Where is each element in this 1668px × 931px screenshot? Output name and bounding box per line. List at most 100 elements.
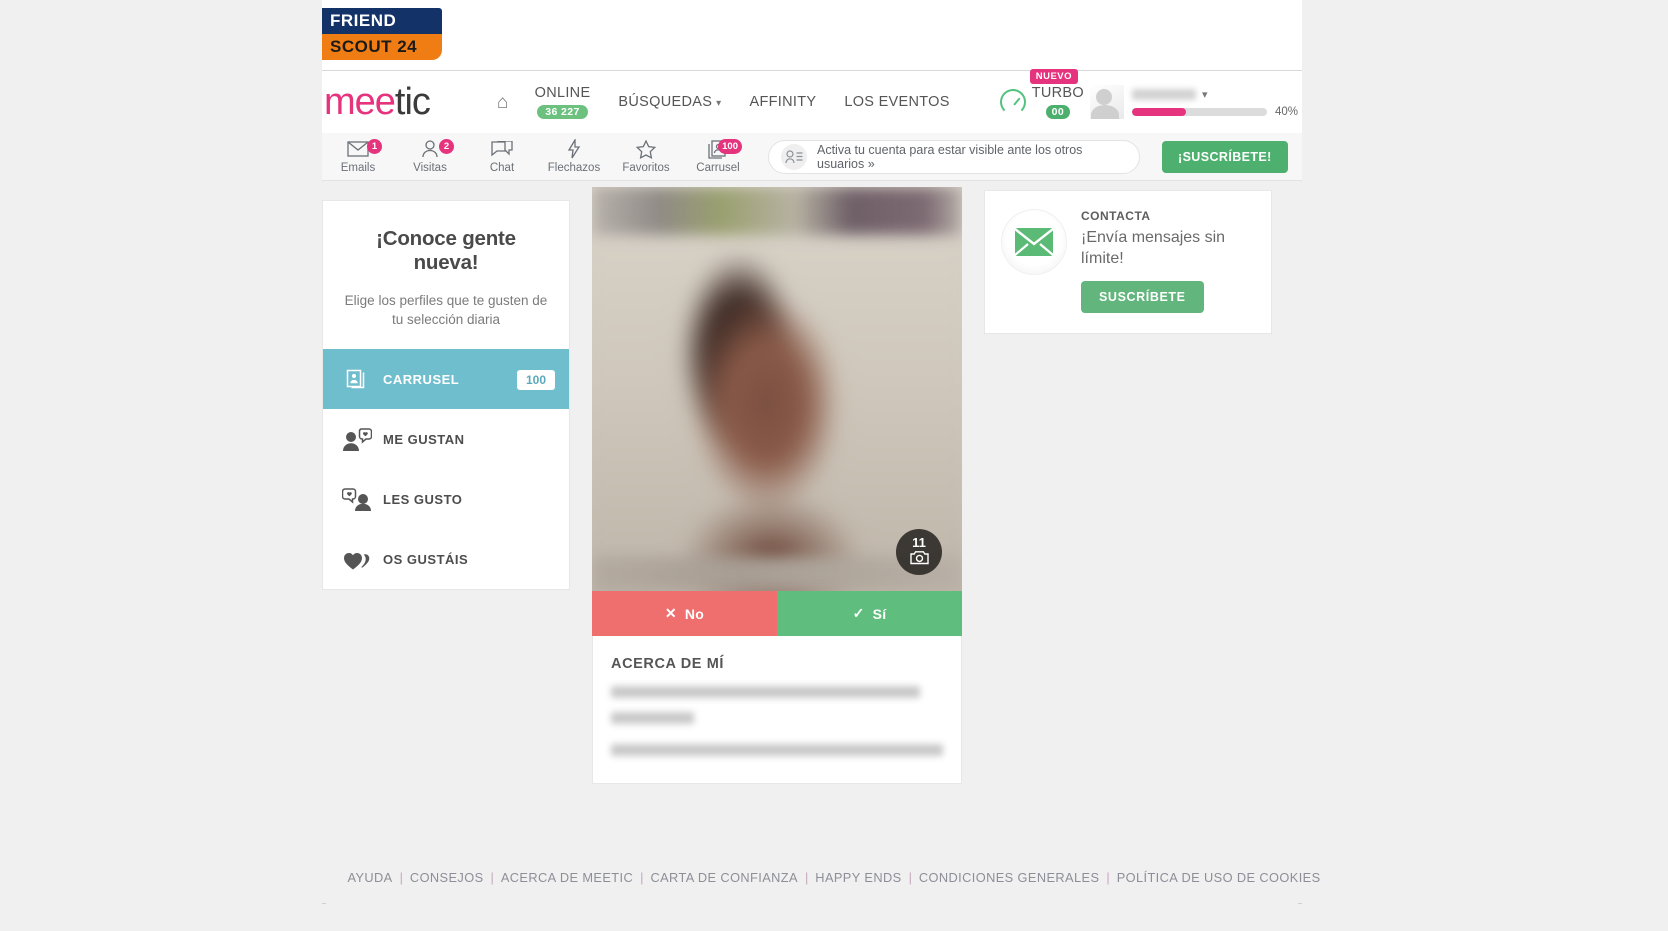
online-count-badge: 36 227 [537, 105, 588, 119]
promo-panel: CONTACTA ¡Envía mensajes sin límite! SUS… [984, 190, 1272, 334]
friendscout24-logo-bottom: SCOUT 24 [322, 34, 442, 60]
profile-card: 11 ✕ No ✓ Sí ACERCA DE MÍ [592, 187, 962, 784]
nav-label-busquedas: BÚSQUEDAS [618, 94, 713, 110]
username-blurred [1131, 89, 1196, 100]
envelope-icon [347, 139, 369, 159]
camera-icon [909, 550, 929, 568]
user-area[interactable]: ▾ 40% [1089, 85, 1298, 119]
reject-button[interactable]: ✕ No [592, 591, 777, 636]
profile-list-icon [781, 143, 807, 170]
footer-link[interactable]: ACERCA DE MEETIC [494, 870, 640, 885]
double-heart-icon [337, 549, 377, 571]
toolbar-label-carrusel: Carrusel [696, 162, 740, 174]
toolbar-item-visitas[interactable]: Visitas 2 [394, 133, 466, 181]
meetic-logo[interactable]: meetic [324, 83, 447, 121]
footer-link[interactable]: CARTA DE CONFIANZA [643, 870, 805, 885]
sidebar-item-me-gustan[interactable]: ME GUSTAN [323, 409, 569, 469]
sidebar-panel: ¡Conoce gente nueva! Elige los perfiles … [322, 200, 570, 590]
subscribe-button-promo[interactable]: SUSCRÍBETE [1081, 281, 1204, 313]
nav-item-turbo[interactable]: TURBO 00 NUEVO [994, 69, 1090, 119]
nav-label-eventos: LOS EVENTOS [844, 94, 950, 110]
toolbar-item-chat[interactable]: Chat [466, 133, 538, 181]
person-heart-right-icon [337, 427, 377, 452]
sidebar-subtitle: Elige los perfiles que te gusten de tu s… [344, 293, 548, 327]
choice-buttons: ✕ No ✓ Sí [592, 591, 962, 636]
main-header: meetic ⌂ ONLINE 36 227 BÚSQUEDAS ▾ AFFINI… [322, 69, 1302, 133]
friendscout24-logo-top: FRIEND [322, 8, 442, 34]
nav-label-affinity: AFFINITY [749, 94, 817, 110]
profile-completion-bar [1131, 107, 1267, 116]
sidebar-label-me-gustan: ME GUSTAN [383, 432, 465, 447]
turbo-count-badge: 00 [1045, 105, 1071, 119]
page-corner-mark [322, 903, 326, 904]
sidebar-badge-carrusel: 100 [516, 369, 555, 390]
sidebar-item-carrusel[interactable]: CARRUSEL 100 [323, 349, 569, 409]
about-me-section: ACERCA DE MÍ [592, 636, 962, 784]
profile-photo[interactable]: 11 [592, 187, 962, 591]
secondary-toolbar: Emails 1 Visitas 2 Chat Flechazos Favori… [322, 133, 1302, 181]
subscribe-button-header[interactable]: ¡SUSCRÍBETE! [1162, 140, 1288, 173]
nav-item-eventos[interactable]: LOS EVENTOS [830, 94, 963, 110]
accept-button[interactable]: ✓ Sí [777, 591, 962, 636]
avatar[interactable] [1089, 85, 1124, 119]
lightning-icon [567, 139, 581, 159]
activate-account-banner[interactable]: Activa tu cuenta para estar visible ante… [768, 139, 1140, 174]
sidebar-label-os-gustais: OS GUSTÁIS [383, 552, 469, 567]
nav-label-online: ONLINE [534, 85, 591, 101]
nav-item-online[interactable]: ONLINE 36 227 [521, 85, 605, 119]
about-me-blurred-line [611, 686, 920, 698]
check-icon: ✓ [852, 605, 865, 621]
envelope-icon [1001, 209, 1067, 275]
speedometer-icon [999, 89, 1026, 115]
profile-photo-image [592, 187, 962, 591]
about-me-blurred-line [611, 712, 694, 724]
profile-photo-top-band [592, 187, 962, 235]
sidebar-item-os-gustais[interactable]: OS GUSTÁIS [323, 529, 569, 589]
about-me-title: ACERCA DE MÍ [611, 656, 724, 672]
photo-count-badge[interactable]: 11 [896, 529, 942, 575]
toolbar-label-flechazos: Flechazos [547, 162, 601, 174]
page-root: FRIEND SCOUT 24 meetic ⌂ ONLINE 36 227 B… [0, 0, 1668, 931]
chevron-down-icon: ▾ [716, 98, 722, 109]
sidebar-title: ¡Conoce gente nueva! [376, 227, 516, 274]
footer-link[interactable]: CONSEJOS [403, 870, 491, 885]
contact-promo-card: CONTACTA ¡Envía mensajes sin límite! SUS… [984, 190, 1272, 334]
profile-completion-label: 40% [1274, 105, 1298, 118]
visitas-count-badge: 2 [439, 138, 454, 154]
page-corner-mark [1298, 903, 1302, 904]
sidebar-label-carrusel: CARRUSEL [383, 372, 460, 387]
toolbar-item-favoritos[interactable]: Favoritos [610, 133, 682, 181]
carrusel-count-badge: 100 [718, 138, 742, 154]
footer-link[interactable]: HAPPY ENDS [808, 870, 908, 885]
close-icon: ✕ [664, 605, 677, 621]
photo-count-value: 11 [912, 534, 926, 550]
footer-link[interactable]: CONDICIONES GENERALES [912, 870, 1106, 885]
chevron-down-icon[interactable]: ▾ [1202, 88, 1208, 101]
nav-home[interactable]: ⌂ [485, 93, 521, 112]
sidebar-item-les-gusto[interactable]: LES GUSTO [323, 469, 569, 529]
reject-label: No [684, 605, 705, 622]
heart-bubble-person-icon [337, 487, 377, 512]
footer-link[interactable]: AYUDA [340, 870, 399, 885]
accept-label: Sí [872, 605, 887, 622]
footer-link[interactable]: POLÍTICA DE USO DE COOKIES [1110, 870, 1328, 885]
toolbar-item-flechazos[interactable]: Flechazos [538, 133, 610, 181]
star-icon [636, 139, 656, 159]
toolbar-label-emails: Emails [340, 162, 376, 174]
activate-account-text: Activa tu cuenta para estar visible ante… [817, 142, 1083, 171]
contact-promo-body: CONTACTA ¡Envía mensajes sin límite! SUS… [1081, 209, 1255, 313]
sidebar-header: ¡Conoce gente nueva! Elige los perfiles … [323, 201, 569, 349]
friendscout24-logo[interactable]: FRIEND SCOUT 24 [322, 8, 442, 60]
profile-completion-fill [1131, 107, 1186, 116]
nav-item-busquedas[interactable]: BÚSQUEDAS ▾ [604, 94, 735, 110]
toolbar-label-favoritos: Favoritos [622, 162, 670, 174]
nav-item-affinity[interactable]: AFFINITY [736, 94, 831, 110]
partner-bar: FRIEND SCOUT 24 [322, 0, 1302, 70]
about-me-blurred-line [611, 744, 943, 756]
toolbar-item-carrusel[interactable]: Carrusel 100 [682, 133, 754, 181]
toolbar-item-emails[interactable]: Emails 1 [322, 133, 394, 181]
person-icon [421, 139, 439, 159]
nuevo-badge: NUEVO [1029, 69, 1079, 84]
emails-count-badge: 1 [367, 138, 382, 154]
meetic-logo-part2: tic [394, 81, 431, 123]
